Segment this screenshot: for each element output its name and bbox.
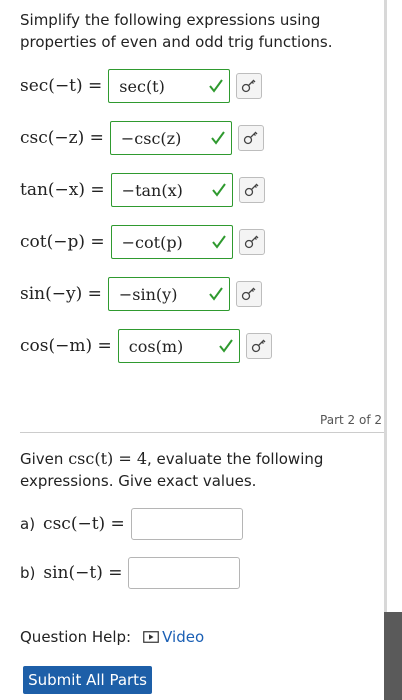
question-help-label: Question Help:	[20, 628, 132, 646]
key-icon-button[interactable]	[238, 177, 265, 203]
equation-row: cos(−m) = cos(m)	[20, 329, 272, 363]
equation-row: tan(−x) = −tan(x)	[20, 173, 265, 207]
answer-input-b[interactable]	[128, 557, 241, 589]
answer-value: −tan(x)	[121, 180, 183, 200]
submit-all-parts-button[interactable]: Submit All Parts	[23, 666, 152, 694]
video-link[interactable]: Video	[143, 628, 204, 646]
equation-lhs: csc(−z) =	[20, 128, 104, 148]
key-icon-button[interactable]	[245, 333, 272, 359]
answer-field[interactable]: −sin(y)	[107, 277, 230, 311]
question-intro: Simplify the following expressions using…	[20, 11, 333, 51]
answer-value: −sin(y)	[118, 284, 178, 304]
question-page: Simplify the following expressions using…	[0, 0, 402, 700]
given-suffix: , evaluate the following expressions. Gi…	[20, 450, 324, 490]
answer-value: −csc(z)	[120, 128, 182, 148]
checkmark-icon	[209, 287, 223, 301]
answer-value: cos(m)	[128, 336, 184, 356]
equation-row: csc(−z) = −csc(z)	[20, 121, 264, 155]
scrollbar-track[interactable]	[384, 0, 387, 700]
equation-lhs: cos(−m) =	[20, 336, 112, 356]
equation-row: sin(−y) = −sin(y)	[20, 277, 262, 311]
checkmark-icon	[211, 131, 225, 145]
given-statement: Given csc(t) = 4, evaluate the following…	[20, 448, 360, 492]
equation-row: cot(−p) = −cot(p)	[20, 225, 265, 259]
key-icon	[241, 287, 256, 301]
answer-field[interactable]: −cot(p)	[110, 225, 233, 259]
key-icon-button[interactable]	[235, 281, 262, 307]
key-icon-button[interactable]	[238, 229, 265, 255]
scrollbar-thumb[interactable]	[384, 612, 402, 700]
key-icon-button[interactable]	[236, 73, 263, 99]
key-icon-button[interactable]	[237, 125, 264, 151]
key-icon	[251, 339, 266, 353]
subpart-a: a) csc(−t) =	[20, 508, 243, 540]
video-link-label: Video	[162, 628, 205, 646]
checkmark-icon	[211, 235, 226, 249]
equation-lhs: sec(−t) =	[20, 76, 103, 96]
given-prefix: Given	[20, 450, 64, 468]
part-indicator: Part 2 of 2	[320, 413, 382, 427]
checkmark-icon	[209, 79, 224, 93]
key-icon	[244, 235, 259, 249]
checkmark-icon	[218, 339, 233, 353]
answer-field[interactable]: cos(m)	[117, 329, 240, 363]
subpart-equation: csc(−t) =	[43, 514, 125, 534]
subpart-equation: sin(−t) =	[43, 563, 123, 583]
answer-value: −cot(p)	[121, 232, 183, 252]
answer-field[interactable]: −tan(x)	[110, 173, 233, 207]
key-icon	[242, 79, 256, 93]
answer-input-a[interactable]	[130, 508, 243, 540]
key-icon	[244, 183, 259, 197]
given-math: csc(t) = 4	[68, 449, 147, 468]
subpart-label: b)	[20, 564, 36, 582]
equation-lhs: cot(−p) =	[20, 232, 105, 252]
answer-value: sec(t)	[119, 76, 165, 96]
subpart-b: b) sin(−t) =	[20, 557, 241, 589]
part-divider	[20, 432, 384, 433]
checkmark-icon	[211, 183, 226, 197]
subpart-label: a)	[20, 515, 36, 533]
equation-lhs: sin(−y) =	[20, 284, 102, 304]
play-icon	[143, 631, 159, 643]
equation-row: sec(−t) = sec(t)	[20, 69, 263, 103]
question-help: Question Help: Video	[20, 626, 204, 648]
answer-field[interactable]: sec(t)	[108, 69, 231, 103]
key-icon	[243, 131, 258, 145]
equation-lhs: tan(−x) =	[20, 180, 105, 200]
answer-field[interactable]: −csc(z)	[109, 121, 232, 155]
